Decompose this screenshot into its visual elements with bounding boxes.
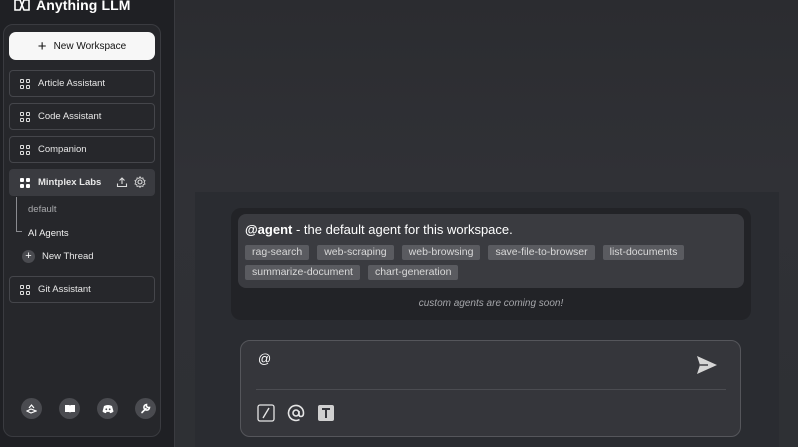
send-button[interactable] bbox=[696, 355, 718, 380]
skill-tag-list-documents: list-documents bbox=[602, 245, 685, 260]
workspace-label: Article Assistant bbox=[38, 78, 106, 89]
skill-tag-chart-generation: chart-generation bbox=[367, 265, 459, 280]
workspace-item-code-assistant[interactable]: Code Assistant bbox=[9, 103, 155, 130]
workspace-grid-icon bbox=[20, 144, 30, 155]
main-chat-area: @agent - the default agent for this work… bbox=[174, 0, 798, 447]
agent-popup: @agent - the default agent for this work… bbox=[231, 208, 751, 320]
sidebar-footer bbox=[21, 398, 156, 419]
workspace-grid-icon bbox=[20, 177, 30, 188]
skill-tag-summarize-document: summarize-document bbox=[245, 265, 360, 280]
workspace-grid-icon bbox=[20, 78, 30, 89]
workspace-item-mintplex-labs[interactable]: Mintplex Labs bbox=[9, 169, 155, 196]
discord-icon[interactable] bbox=[97, 398, 118, 419]
workspace-grid-icon bbox=[20, 284, 30, 295]
sidebar: + New Workspace Article Assistant Code A… bbox=[3, 24, 161, 437]
thread-tree-branch bbox=[16, 231, 22, 232]
new-workspace-label: New Workspace bbox=[53, 40, 127, 52]
agent-title: @agent - the default agent for this work… bbox=[245, 222, 513, 237]
workspace-label: Companion bbox=[38, 144, 87, 155]
prompt-input-box[interactable]: @ bbox=[240, 340, 741, 437]
workspace-item-git-assistant[interactable]: Git Assistant bbox=[9, 276, 155, 303]
new-thread-button[interactable]: + New Thread bbox=[22, 250, 94, 263]
wrench-icon[interactable] bbox=[135, 398, 156, 419]
book-icon[interactable] bbox=[59, 398, 80, 419]
thread-item-ai-agents[interactable]: AI Agents bbox=[28, 228, 69, 239]
workspace-item-companion[interactable]: Companion bbox=[9, 136, 155, 163]
thread-item-default[interactable]: default bbox=[28, 204, 57, 215]
plus-icon: + bbox=[22, 250, 35, 263]
custom-agents-note: custom agents are coming soon! bbox=[418, 298, 564, 309]
skill-tag-save-file-to-browser: save-file-to-browser bbox=[488, 245, 595, 260]
new-workspace-button[interactable]: + New Workspace bbox=[9, 32, 155, 60]
top-bar: Anything LLM bbox=[0, 0, 170, 22]
text-size-icon[interactable] bbox=[316, 403, 336, 423]
gear-icon[interactable] bbox=[134, 176, 146, 188]
prompt-input[interactable]: @ bbox=[258, 351, 271, 366]
plus-icon: + bbox=[37, 37, 47, 55]
workspace-grid-icon bbox=[20, 111, 30, 122]
prompt-toolbar bbox=[256, 403, 336, 423]
workspace-item-article-assistant[interactable]: Article Assistant bbox=[9, 70, 155, 97]
workspace-label: Mintplex Labs bbox=[38, 177, 102, 188]
at-mention-icon[interactable] bbox=[286, 403, 306, 423]
new-thread-label: New Thread bbox=[42, 251, 94, 262]
app-logo[interactable]: Anything LLM bbox=[14, 0, 131, 13]
thread-tree-line bbox=[16, 197, 17, 231]
workspace-label: Git Assistant bbox=[38, 284, 91, 295]
send-icon bbox=[697, 356, 717, 374]
community-icon[interactable] bbox=[21, 398, 42, 419]
agent-description: - the default agent for this workspace. bbox=[292, 222, 513, 237]
skill-tag-web-browsing: web-browsing bbox=[401, 245, 481, 260]
input-divider bbox=[256, 389, 726, 390]
workspace-label: Code Assistant bbox=[38, 111, 102, 122]
skill-tag-web-scraping: web-scraping bbox=[317, 245, 394, 260]
agent-skill-list: rag-search web-scraping web-browsing sav… bbox=[245, 245, 740, 280]
agent-option[interactable]: @agent - the default agent for this work… bbox=[238, 214, 744, 288]
agent-handle: @agent bbox=[245, 222, 293, 237]
skill-tag-rag-search: rag-search bbox=[245, 245, 310, 260]
app-title: Anything LLM bbox=[36, 0, 131, 13]
logo-icon bbox=[14, 0, 30, 11]
slash-command-icon[interactable] bbox=[256, 403, 276, 423]
upload-icon[interactable] bbox=[116, 176, 128, 188]
